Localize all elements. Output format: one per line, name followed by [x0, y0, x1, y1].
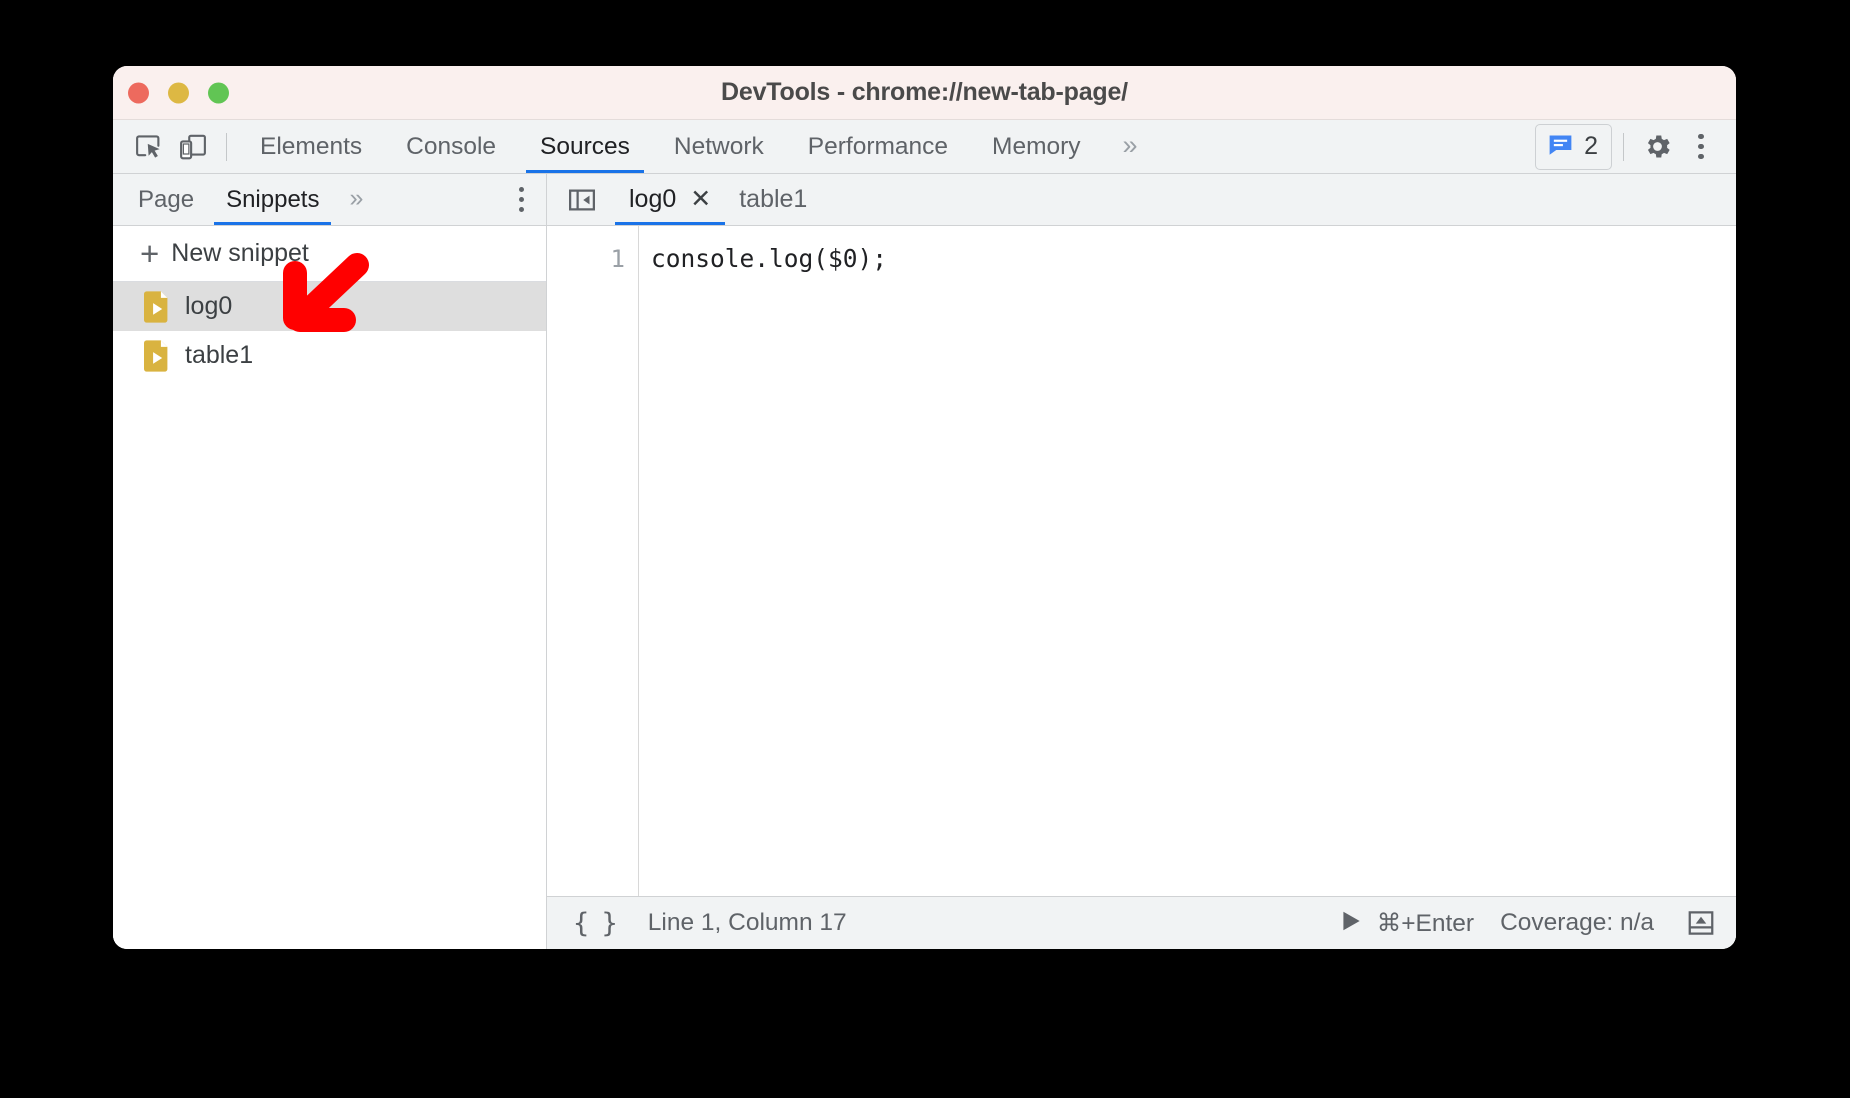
snippet-file-icon	[144, 339, 170, 372]
navigator-tabs: Page Snippets »	[113, 174, 546, 226]
device-toolbar-icon[interactable]	[171, 125, 215, 169]
devtools-window: DevTools - chrome://new-tab-page/ Elemen…	[113, 66, 1736, 949]
coverage-status: Coverage: n/a	[1500, 909, 1654, 936]
zoom-window-button[interactable]	[208, 82, 229, 103]
editor-status-bar: { } Line 1, Column 17 ⌘+Enter Coverage: …	[547, 896, 1736, 949]
issues-message-icon	[1546, 130, 1575, 164]
traffic-lights	[128, 82, 229, 103]
issues-badge[interactable]: 2	[1535, 123, 1612, 170]
devtools-body: Page Snippets » + New snippet log0 table…	[113, 174, 1736, 949]
issues-count: 2	[1584, 132, 1598, 160]
editor-tab-log0-label: log0	[629, 185, 677, 213]
minimize-window-button[interactable]	[168, 82, 189, 103]
tab-network-label: Network	[673, 132, 764, 160]
pretty-print-braces-icon[interactable]: { }	[573, 908, 618, 939]
code-content[interactable]: console.log($0);	[639, 226, 1736, 896]
new-snippet-label: New snippet	[171, 239, 309, 267]
snippet-list: log0 table1	[113, 282, 546, 949]
line-number-gutter: 1	[547, 226, 639, 896]
run-snippet-button[interactable]: ⌘+Enter	[1338, 908, 1474, 939]
show-drawer-icon[interactable]	[1680, 902, 1722, 944]
editor-tab-log0[interactable]: log0 ✕	[615, 174, 726, 225]
toolbar-divider-right	[1623, 132, 1624, 161]
tab-performance[interactable]: Performance	[786, 120, 970, 173]
new-snippet-button[interactable]: + New snippet	[113, 226, 546, 282]
tab-console-label: Console	[406, 132, 497, 160]
tab-console[interactable]: Console	[384, 120, 518, 173]
tab-elements[interactable]: Elements	[238, 120, 384, 173]
tab-sources-label: Sources	[540, 132, 630, 160]
snippet-file-icon	[144, 290, 170, 323]
code-editor[interactable]: 1 console.log($0);	[547, 226, 1736, 896]
devtools-main-toolbar: Elements Console Sources Network Perform…	[113, 120, 1736, 174]
list-item-table1[interactable]: table1	[113, 331, 546, 380]
sidebar-kebab-menu-icon[interactable]	[509, 186, 547, 213]
editor-tab-table1-label: table1	[739, 185, 808, 213]
tab-sources[interactable]: Sources	[518, 120, 652, 173]
toolbar-divider	[226, 132, 227, 161]
list-item-log0-label: log0	[185, 292, 233, 320]
tab-memory[interactable]: Memory	[970, 120, 1102, 173]
close-icon[interactable]: ✕	[690, 187, 711, 212]
kebab-menu-icon[interactable]	[1679, 125, 1723, 169]
sidebar-more-tabs-chevron-icon[interactable]: »	[335, 184, 374, 216]
close-window-button[interactable]	[128, 82, 149, 103]
editor-tab-table1[interactable]: table1	[725, 174, 821, 225]
list-item-table1-label: table1	[185, 341, 254, 369]
sidebar-tab-snippets[interactable]: Snippets	[210, 174, 335, 225]
sidebar-tab-page-label: Page	[138, 185, 195, 213]
list-item-log0[interactable]: log0	[113, 282, 546, 331]
more-tabs-chevron-icon[interactable]: »	[1103, 130, 1155, 164]
sidebar-tab-page[interactable]: Page	[122, 174, 210, 225]
inspect-element-icon[interactable]	[127, 125, 171, 169]
plus-icon: +	[140, 235, 160, 272]
sources-navigator-sidebar: Page Snippets » + New snippet log0 table…	[113, 174, 547, 949]
editor-tab-bar: log0 ✕ table1	[547, 174, 1736, 226]
tab-elements-label: Elements	[260, 132, 363, 160]
gear-icon[interactable]	[1635, 125, 1679, 169]
run-shortcut-label: ⌘+Enter	[1376, 910, 1475, 937]
window-titlebar: DevTools - chrome://new-tab-page/	[113, 66, 1736, 120]
window-title: DevTools - chrome://new-tab-page/	[721, 78, 1128, 106]
code-line: console.log($0);	[651, 244, 888, 273]
run-play-icon	[1338, 908, 1364, 939]
panel-tabs: Elements Console Sources Network Perform…	[238, 120, 1155, 173]
tab-memory-label: Memory	[992, 132, 1081, 160]
collapse-sidebar-icon[interactable]	[561, 179, 603, 221]
sidebar-tab-snippets-label: Snippets	[226, 185, 320, 213]
line-number: 1	[610, 245, 625, 273]
tab-network[interactable]: Network	[652, 120, 786, 173]
editor-pane: log0 ✕ table1 1 console.log($0); { } Lin…	[547, 174, 1736, 949]
tab-performance-label: Performance	[807, 132, 949, 160]
kebab-dots	[1698, 133, 1704, 160]
cursor-position: Line 1, Column 17	[647, 909, 847, 936]
sidebar-kebab-dots	[518, 186, 524, 213]
